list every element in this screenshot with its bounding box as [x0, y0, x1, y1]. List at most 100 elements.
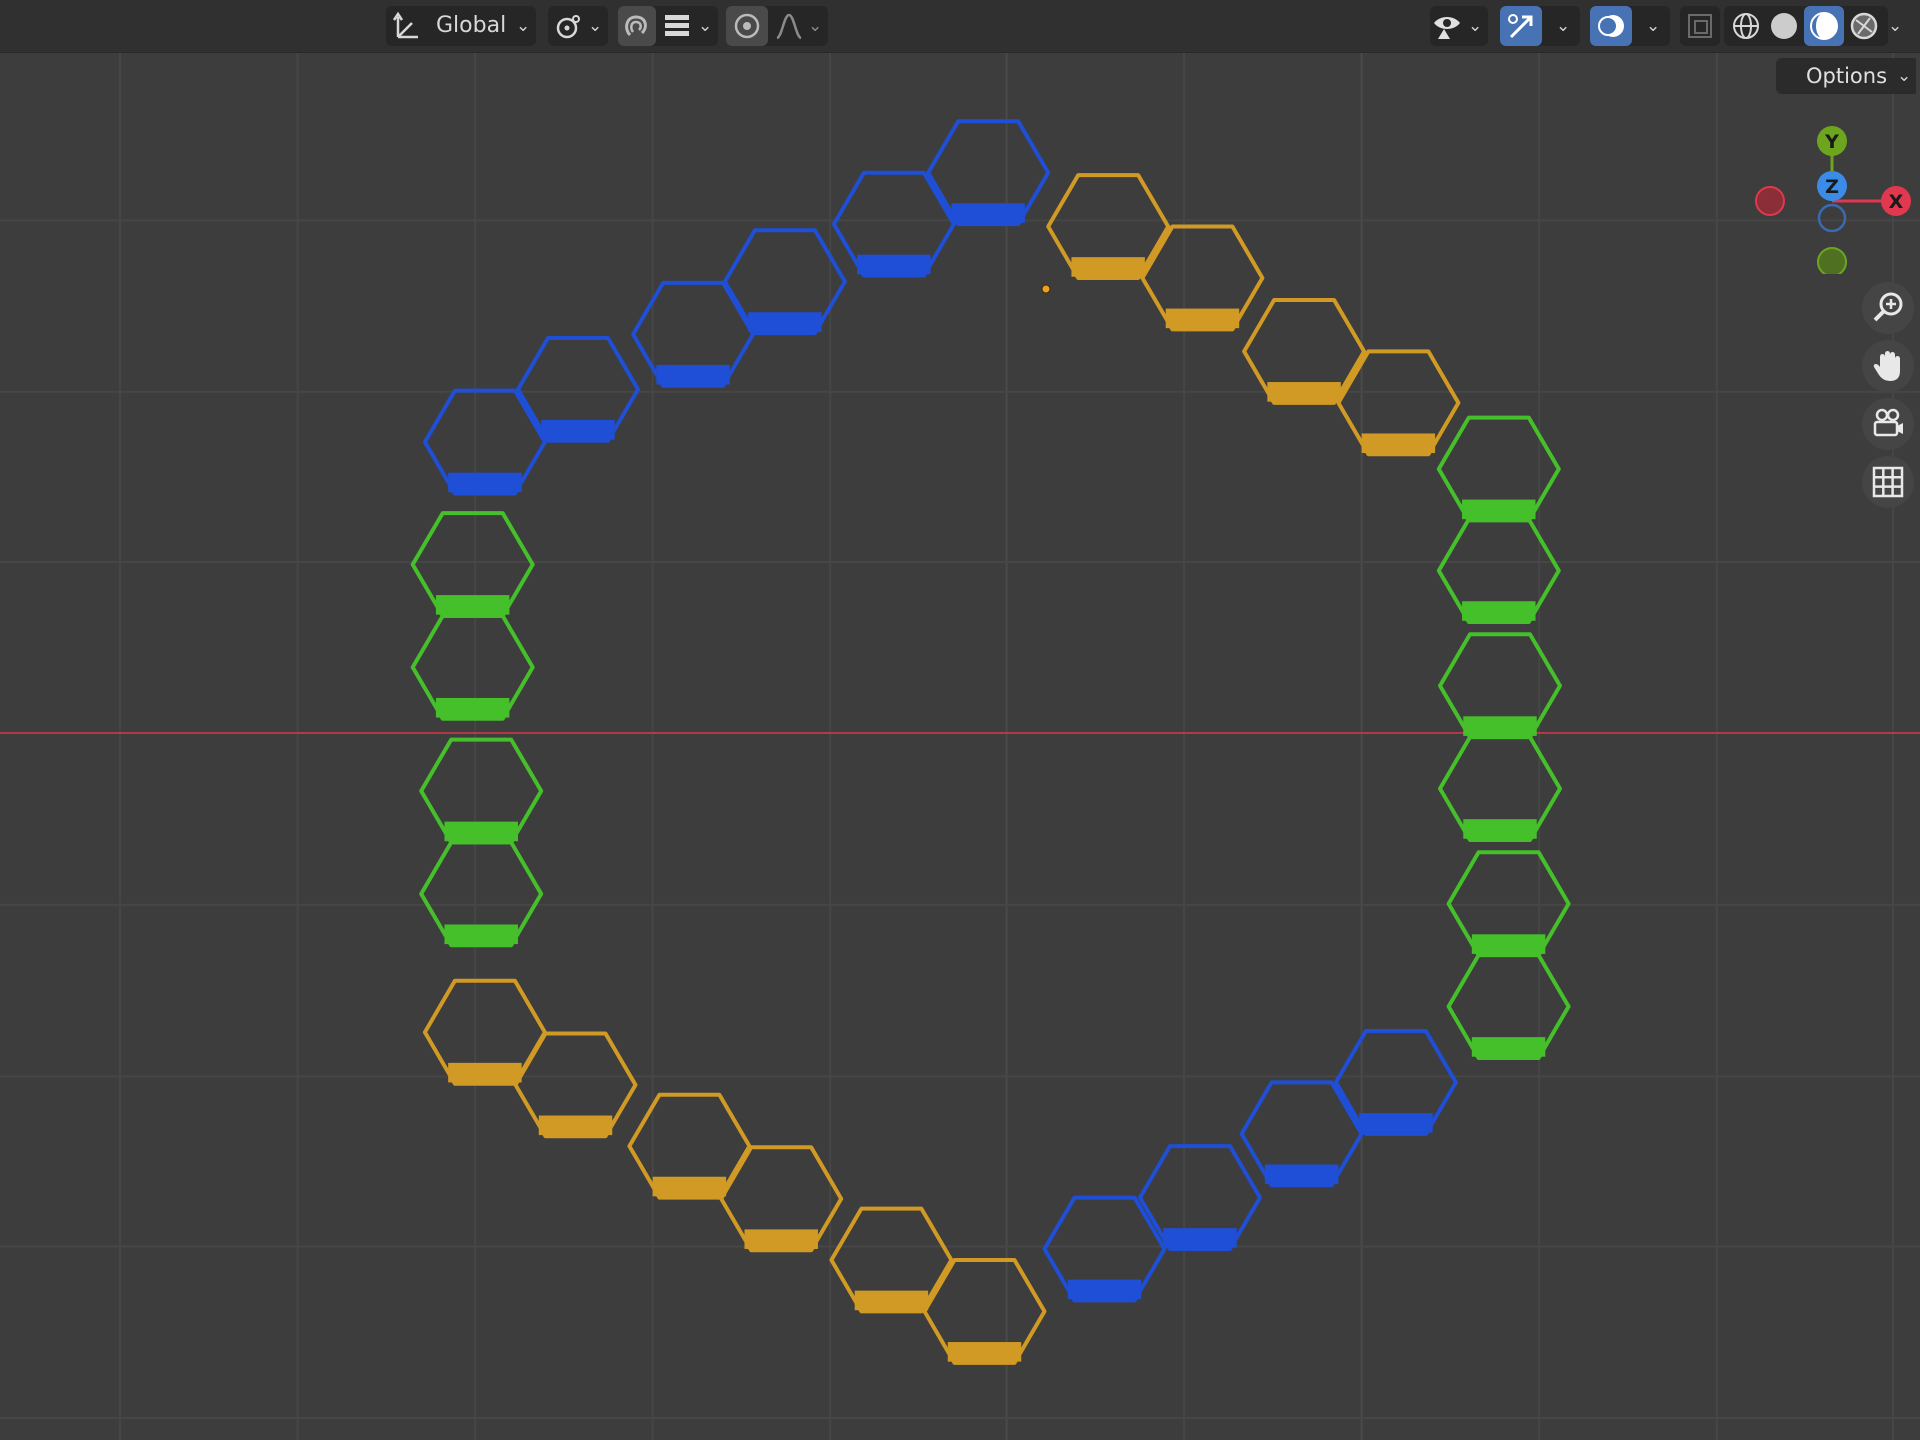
blue-hexagon-object[interactable] [1042, 1195, 1167, 1303]
falloff-curve-icon[interactable] [774, 11, 804, 41]
hexagon-base [1067, 1279, 1142, 1300]
snap-magnet-icon [625, 15, 647, 37]
zoom-icon [1873, 292, 1903, 322]
hexagon-base [951, 203, 1025, 223]
ortho-grid-icon [1872, 466, 1904, 498]
show-overlays-icon [1598, 15, 1624, 37]
hexagon-base [541, 420, 615, 440]
blue-hexagon-object[interactable] [1138, 1144, 1262, 1251]
green-hexagon-object[interactable] [1438, 632, 1562, 740]
object-visibility-icon [1434, 17, 1460, 39]
green-hexagon-object[interactable] [419, 840, 544, 948]
green-hexagon-object[interactable] [1436, 517, 1561, 624]
origin-point [1041, 284, 1051, 294]
show-gizmo-icon [1508, 14, 1533, 39]
camera-view-icon [1873, 408, 1903, 437]
green-hexagon-object[interactable] [1446, 953, 1571, 1060]
hexagon-base [448, 1062, 522, 1083]
hexagon-base [748, 312, 822, 332]
3d-viewport[interactable]: Global ⌄ ⌄ ⌄ ⌄ ⌄ ⌄ ⌄ ⌄ Options ⌄ Y X Z [0, 0, 1920, 1440]
proportional-editing-toggle[interactable] [726, 6, 768, 46]
show-gizmo-toggle[interactable] [1500, 6, 1542, 46]
axis-neg-y-handle[interactable] [1817, 247, 1847, 274]
green-hexagon-object[interactable] [1446, 850, 1571, 958]
green-hexagon-object[interactable] [419, 737, 544, 845]
hexagon-base [652, 1176, 727, 1197]
snap-toggle[interactable] [618, 6, 656, 46]
hexagon-base [1165, 308, 1240, 329]
solid-shading-icon[interactable] [1768, 10, 1800, 42]
hexagon-base [435, 595, 510, 615]
options-dropdown[interactable]: Options ⌄ [1776, 58, 1916, 94]
hexagon-base [1071, 257, 1145, 277]
axis-y-label: Y [1824, 131, 1839, 153]
hexagon-ring[interactable] [410, 119, 1571, 1365]
hexagon-base [744, 1229, 818, 1249]
shading-options-chevron-icon[interactable]: ⌄ [1888, 16, 1902, 36]
axis-neg-z-handle[interactable] [1817, 203, 1847, 233]
hexagon-base [448, 472, 522, 493]
hexagon-base [538, 1115, 613, 1136]
hexagon-base [1264, 1164, 1339, 1185]
hexagon-base [1471, 1037, 1546, 1057]
proportional-editing-icon [734, 13, 760, 39]
chevron-down-icon: ⌄ [1897, 66, 1912, 86]
object-visibility-dropdown[interactable]: ⌄ [1430, 6, 1488, 46]
proportional-editing-group: ⌄ [726, 6, 828, 46]
viewport-header: Global ⌄ ⌄ ⌄ ⌄ ⌄ ⌄ ⌄ ⌄ [0, 0, 1920, 53]
pivot-point-dropdown[interactable]: ⌄ [548, 6, 608, 46]
pan-hand-icon [1873, 351, 1900, 381]
green-hexagon-object[interactable] [410, 613, 535, 721]
hexagon-base [1462, 499, 1536, 520]
hexagon-base [1471, 934, 1546, 954]
show-overlays-toggle[interactable] [1590, 6, 1632, 46]
chevron-down-icon: ⌄ [1468, 16, 1483, 36]
options-label: Options [1806, 64, 1888, 88]
material-preview-shading-icon [1810, 12, 1838, 40]
hexagon-base [1462, 601, 1536, 621]
chevron-down-icon: ⌄ [698, 16, 713, 36]
chevron-down-icon: ⌄ [516, 16, 531, 36]
hexagon-base [854, 1290, 929, 1311]
pivot-point-icon [556, 15, 580, 39]
hexagon-base [1359, 1113, 1433, 1133]
navigation-gizmo[interactable]: Y X Z [1750, 124, 1920, 274]
gizmo-dropdown[interactable]: ⌄ [1500, 6, 1580, 46]
axis-x-label: X [1889, 191, 1904, 213]
axes-orientation-icon [392, 11, 418, 39]
axis-z-label: Z [1825, 176, 1839, 198]
green-hexagon-object[interactable] [410, 511, 535, 618]
hexagon-base [947, 1342, 1022, 1362]
viewport-canvas[interactable] [0, 0, 1920, 1440]
overlays-dropdown[interactable]: ⌄ [1590, 6, 1670, 46]
chevron-down-icon: ⌄ [1646, 16, 1661, 36]
pan-button[interactable] [1862, 340, 1914, 392]
hexagon-base [444, 924, 518, 945]
chevron-down-icon: ⌄ [588, 16, 603, 36]
xray-toggle[interactable] [1680, 6, 1720, 46]
camera-view-button[interactable] [1862, 398, 1914, 450]
zoom-button[interactable] [1862, 282, 1914, 334]
rendered-shading-icon[interactable] [1848, 10, 1880, 42]
hexagon-base [1463, 819, 1537, 839]
material-preview-shading-button[interactable] [1804, 6, 1844, 46]
transform-orientation-label: Global [436, 13, 507, 38]
green-hexagon-object[interactable] [1438, 735, 1562, 842]
axis-neg-x-handle[interactable] [1755, 186, 1785, 216]
hexagon-base [444, 821, 518, 842]
transform-orientation-dropdown[interactable]: Global ⌄ [386, 6, 536, 46]
hexagon-base [1267, 382, 1341, 402]
shading-mode-group [1724, 6, 1888, 46]
hexagon-base [1361, 433, 1436, 454]
chevron-down-icon: ⌄ [808, 16, 823, 36]
hexagon-base [1463, 716, 1537, 736]
wireframe-shading-icon[interactable] [1730, 10, 1762, 42]
hexagon-base [857, 254, 931, 275]
ortho-toggle-button[interactable] [1862, 456, 1914, 508]
snap-increment-icon[interactable] [662, 11, 692, 41]
hexagon-base [435, 697, 510, 718]
chevron-down-icon: ⌄ [1556, 16, 1571, 36]
toggle-xray-icon [1688, 14, 1712, 38]
green-hexagon-object[interactable] [1436, 415, 1561, 523]
snap-group: ⌄ [618, 6, 718, 46]
